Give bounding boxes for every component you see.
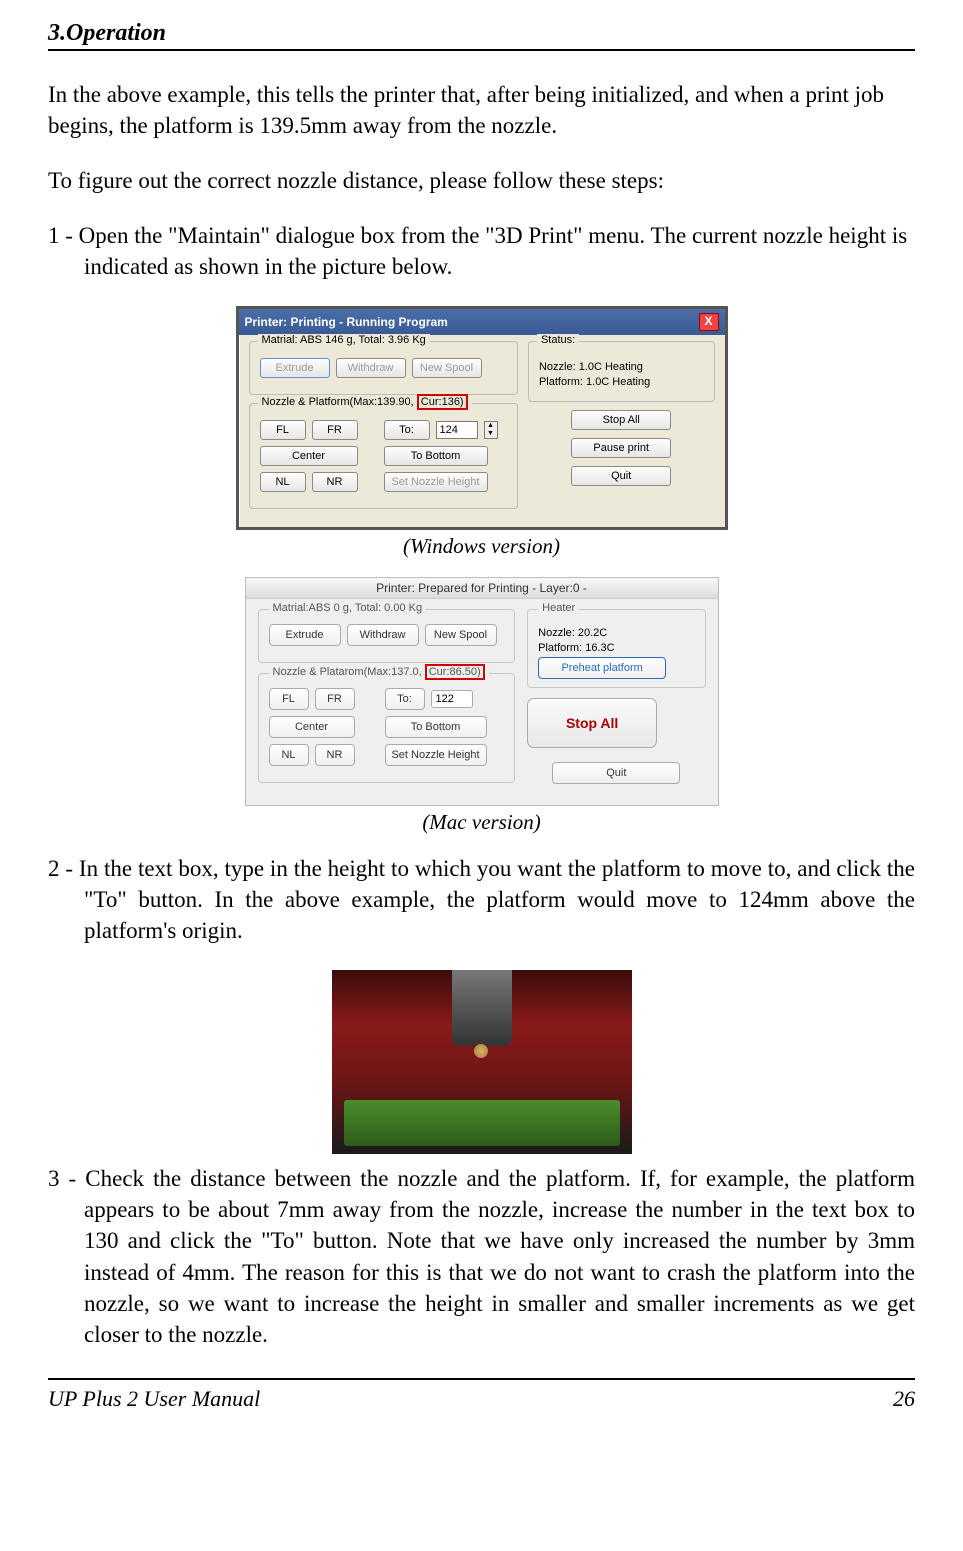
mac-material-group: Matrial:ABS 0 g, Total: 0.00 Kg Extrude … (258, 609, 516, 663)
mac-tobottom-button[interactable]: To Bottom (385, 716, 487, 738)
mac-heater-label: Heater (538, 602, 579, 614)
material-label: Matrial: ABS 146 g, Total: 3.96 Kg (258, 334, 430, 346)
mac-heater-group: Heater Nozzle: 20.2C Platform: 16.3C Pre… (527, 609, 705, 688)
status-group: Status: Nozzle: 1.0C Heating Platform: 1… (528, 341, 715, 402)
follow-steps-paragraph: To figure out the correct nozzle distanc… (48, 165, 915, 196)
mac-dialog: Printer: Prepared for Printing - Layer:0… (245, 577, 719, 806)
mac-preheat-button[interactable]: Preheat platform (538, 657, 666, 679)
nr-button[interactable]: NR (312, 472, 358, 492)
to-button[interactable]: To: (384, 420, 430, 440)
figure-windows: Printer: Printing - Running Program X Ma… (48, 306, 915, 530)
mac-cur-highlight: Cur:86.50) (425, 664, 485, 680)
mac-titlebar: Printer: Prepared for Printing - Layer:0… (246, 578, 718, 599)
mac-to-value-input[interactable] (431, 690, 473, 708)
mac-nl-button[interactable]: NL (269, 744, 309, 766)
fl-button[interactable]: FL (260, 420, 306, 440)
mac-stopall-button[interactable]: Stop All (527, 698, 657, 748)
step-2-paragraph: 2 - In the text box, type in the height … (48, 853, 915, 946)
page-footer: UP Plus 2 User Manual 26 (48, 1378, 915, 1412)
nl-button[interactable]: NL (260, 472, 306, 492)
extrude-button[interactable]: Extrude (260, 358, 330, 378)
page-container: 3.Operation In the above example, this t… (0, 0, 963, 1432)
windows-titlebar: Printer: Printing - Running Program X (239, 309, 725, 335)
mac-heater-nozzle: Nozzle: 20.2C (538, 627, 694, 639)
mac-nr-button[interactable]: NR (315, 744, 355, 766)
figure-photo (48, 970, 915, 1159)
np-prefix: Nozzle & Platform(Max:139.90, (262, 396, 414, 408)
cur-highlight: Cur:136) (417, 394, 468, 410)
spinner-icon[interactable]: ▲▼ (484, 421, 498, 439)
status-platform: Platform: 1.0C Heating (539, 376, 704, 388)
pause-button[interactable]: Pause print (571, 438, 671, 458)
fr-button[interactable]: FR (312, 420, 358, 440)
nozzle-shape (452, 970, 512, 1046)
mac-material-label: Matrial:ABS 0 g, Total: 0.00 Kg (269, 602, 427, 614)
step-3-paragraph: 3 - Check the distance between the nozzl… (48, 1163, 915, 1349)
status-nozzle: Nozzle: 1.0C Heating (539, 361, 704, 373)
intro-paragraph: In the above example, this tells the pri… (48, 79, 915, 141)
to-value-input[interactable] (436, 421, 478, 439)
mac-nozzle-platform-label: Nozzle & Platarom(Max:137.0, Cur:86.50) (269, 666, 489, 678)
mac-withdraw-button[interactable]: Withdraw (347, 624, 419, 646)
stopall-button[interactable]: Stop All (571, 410, 671, 430)
withdraw-button[interactable]: Withdraw (336, 358, 406, 378)
mac-setheight-button[interactable]: Set Nozzle Height (385, 744, 487, 766)
tobottom-button[interactable]: To Bottom (384, 446, 488, 466)
mac-center-button[interactable]: Center (269, 716, 355, 738)
mac-extrude-button[interactable]: Extrude (269, 624, 341, 646)
mac-to-button[interactable]: To: (385, 688, 425, 710)
setheight-button[interactable]: Set Nozzle Height (384, 472, 488, 492)
caption-mac: (Mac version) (48, 810, 915, 835)
center-button[interactable]: Center (260, 446, 358, 466)
nozzle-platform-label: Nozzle & Platform(Max:139.90, Cur:136) (258, 396, 472, 408)
footer-left: UP Plus 2 User Manual (48, 1386, 260, 1412)
footer-page-number: 26 (893, 1386, 915, 1412)
mac-fl-button[interactable]: FL (269, 688, 309, 710)
material-group: Matrial: ABS 146 g, Total: 3.96 Kg Extru… (249, 341, 518, 395)
figure-mac: Printer: Prepared for Printing - Layer:0… (48, 577, 915, 806)
mac-np-prefix: Nozzle & Platarom(Max:137.0, (273, 666, 422, 678)
printer-photo (332, 970, 632, 1154)
section-title: 3.Operation (48, 20, 915, 51)
mac-fr-button[interactable]: FR (315, 688, 355, 710)
quit-button[interactable]: Quit (571, 466, 671, 486)
mac-quit-button[interactable]: Quit (552, 762, 680, 784)
caption-windows: (Windows version) (48, 534, 915, 559)
windows-dialog: Printer: Printing - Running Program X Ma… (236, 306, 728, 530)
platform-shape (344, 1100, 620, 1146)
nozzle-platform-group: Nozzle & Platform(Max:139.90, Cur:136) F… (249, 403, 518, 509)
mac-heater-platform: Platform: 16.3C (538, 642, 694, 654)
nozzle-tip-shape (474, 1044, 488, 1058)
windows-title-text: Printer: Printing - Running Program (245, 315, 448, 329)
newspool-button[interactable]: New Spool (412, 358, 482, 378)
step-1-paragraph: 1 - Open the "Maintain" dialogue box fro… (48, 220, 915, 282)
close-icon[interactable]: X (699, 313, 719, 331)
mac-nozzle-platform-group: Nozzle & Platarom(Max:137.0, Cur:86.50) … (258, 673, 516, 783)
status-label: Status: (537, 334, 579, 346)
mac-newspool-button[interactable]: New Spool (425, 624, 497, 646)
